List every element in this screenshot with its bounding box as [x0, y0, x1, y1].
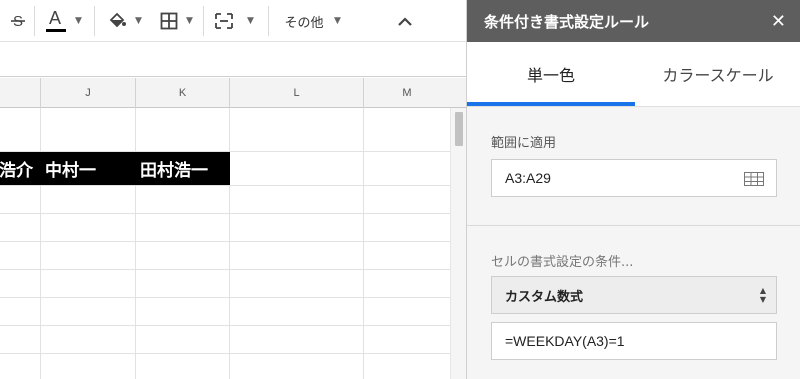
text-color-icon: A: [49, 8, 62, 28]
column-header-j[interactable]: J: [41, 78, 136, 108]
text-color-swatch: [46, 29, 66, 32]
spreadsheet-grid[interactable]: J K L M 浩介 中村一 田村浩一: [0, 78, 466, 379]
toolbar-divider: [203, 6, 204, 36]
chevron-down-icon[interactable]: ▼: [334, 16, 341, 26]
more-button-label: その他: [284, 15, 324, 31]
toolbar: S A ▼ ▼ ▼ ▼ その他 ▼: [0, 0, 466, 42]
more-button[interactable]: その他: [276, 0, 332, 42]
condition-select-value: カスタム数式: [505, 289, 584, 305]
select-arrows-icon: ▲ ▼: [759, 286, 766, 304]
custom-formula-input[interactable]: =WEEKDAY(A3)=1: [491, 322, 777, 360]
range-label: 範囲に適用: [491, 136, 557, 151]
column-header-l[interactable]: L: [230, 78, 364, 108]
grid-cell-j[interactable]: 中村一: [45, 152, 96, 185]
borders-icon[interactable]: [155, 0, 183, 42]
grid-cell-k[interactable]: 田村浩一: [140, 152, 208, 185]
column-gridline: [135, 108, 136, 379]
chevron-down-icon[interactable]: ▼: [247, 16, 254, 26]
text-color-button[interactable]: A: [40, 0, 72, 42]
tab-color-scale[interactable]: カラースケール: [635, 42, 800, 106]
condition-label: セルの書式設定の条件...: [491, 255, 634, 270]
column-header-k[interactable]: K: [136, 78, 230, 108]
tab-single-color[interactable]: 単一色: [467, 42, 635, 106]
close-icon[interactable]: ✕: [771, 0, 786, 42]
row-gridline: [0, 241, 450, 242]
row-gridline: [0, 185, 450, 186]
column-header-row: J K L M: [0, 78, 466, 108]
row-gridline: [0, 297, 450, 298]
row-gridline: [0, 269, 450, 270]
toolbar-divider: [34, 6, 35, 36]
toolbar-divider: [268, 6, 269, 36]
chevron-down-icon[interactable]: ▼: [135, 16, 142, 26]
toolbar-divider: [94, 6, 95, 36]
column-header-partial[interactable]: [0, 78, 41, 108]
grid-cell[interactable]: 浩介: [0, 152, 33, 185]
row-gridline: [0, 353, 450, 354]
vertical-scrollbar[interactable]: [450, 108, 466, 379]
select-range-icon[interactable]: [744, 172, 764, 186]
column-gridline: [363, 108, 364, 379]
fill-color-icon[interactable]: [102, 0, 132, 42]
column-gridline: [40, 108, 41, 379]
custom-formula-value: =WEEKDAY(A3)=1: [505, 333, 625, 349]
row-gridline: [0, 325, 450, 326]
column-gridline: [229, 108, 230, 379]
conditional-format-panel: 条件付き書式設定ルール ✕ 単一色 カラースケール 範囲に適用 A3:A29 セ…: [466, 0, 800, 379]
column-header-m[interactable]: M: [364, 78, 450, 108]
panel-title: 条件付き書式設定ルール: [484, 12, 650, 31]
range-input-value: A3:A29: [505, 170, 551, 186]
row-gridline: [0, 213, 450, 214]
range-input[interactable]: A3:A29: [491, 159, 777, 197]
formula-bar[interactable]: [0, 43, 466, 77]
scrollbar-thumb[interactable]: [455, 112, 463, 146]
merge-cells-icon[interactable]: [209, 0, 239, 42]
chevron-down-icon[interactable]: ▼: [186, 16, 193, 26]
strikethrough-icon[interactable]: S: [4, 0, 32, 42]
chevron-down-icon[interactable]: ▼: [75, 16, 82, 26]
collapse-icon[interactable]: [392, 0, 418, 42]
condition-select[interactable]: カスタム数式 ▲ ▼: [491, 276, 777, 314]
